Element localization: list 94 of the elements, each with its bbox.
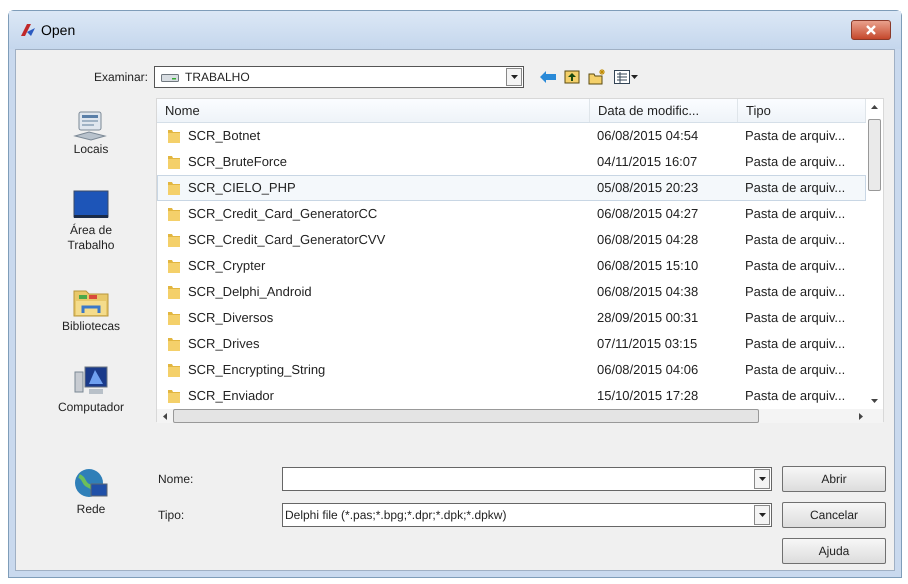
view-menu-button[interactable]	[614, 70, 638, 84]
modified-date: 05/08/2015 20:23	[596, 179, 700, 198]
places-bar-item[interactable]: Rede	[46, 466, 136, 517]
dropdown-arrow-icon	[510, 75, 518, 79]
scroll-thumb[interactable]	[173, 409, 759, 423]
modified-date: 07/11/2015 03:15	[596, 335, 698, 354]
folder-icon	[166, 284, 182, 300]
file-type: Pasta de arquiv...	[744, 283, 846, 302]
file-name: SCR_Drives	[188, 335, 260, 354]
folder-icon	[166, 154, 182, 170]
file-row[interactable]: SCR_Credit_Card_GeneratorCVV 06/08/2015 04:28 Pasta de arquiv...	[157, 227, 866, 253]
file-name: SCR_Credit_Card_GeneratorCC	[188, 205, 378, 224]
modified-date: 06/08/2015 04:06	[596, 361, 700, 380]
places-bar-item[interactable]: Área de Trabalho	[46, 187, 136, 253]
file-row[interactable]: SCR_Botnet 06/08/2015 04:54 Pasta de arquiv...	[157, 123, 866, 149]
file-type: Pasta de arquiv...	[744, 335, 846, 354]
modified-date: 06/08/2015 04:54	[596, 127, 700, 146]
folder-icon	[166, 206, 182, 222]
file-row[interactable]: SCR_Encrypting_String 06/08/2015 04:06 Pasta de arquiv...	[157, 357, 866, 383]
file-type: Pasta de arquiv...	[744, 231, 846, 250]
folder-icon	[166, 258, 182, 274]
dropdown-arrow-icon	[758, 477, 766, 481]
folder-icon	[166, 128, 182, 144]
file-name: SCR_Credit_Card_GeneratorCVV	[188, 231, 386, 250]
details-view-icon	[614, 70, 630, 84]
folder-icon	[166, 388, 182, 404]
places-bar-item[interactable]: Locais	[46, 106, 136, 157]
file-row[interactable]: SCR_Drives 07/11/2015 03:15 Pasta de arquiv...	[157, 331, 866, 357]
file-row[interactable]: SCR_Credit_Card_GeneratorCC 06/08/2015 04:27 Pasta de arquiv...	[157, 201, 866, 227]
combo-field[interactable]: Delphi file (*.pas;*.bpg;*.dpr;*.dpk;*.dpkw)	[282, 503, 772, 527]
file-type: Pasta de arquiv...	[744, 205, 846, 224]
scroll-thumb[interactable]	[868, 119, 881, 191]
location-label: Examinar:	[92, 69, 149, 86]
file-row[interactable]: SCR_Delphi_Android 06/08/2015 04:38 Pasta de arquiv...	[157, 279, 866, 305]
file-type: Pasta de arquiv...	[744, 387, 846, 406]
file-name: SCR_Botnet	[188, 127, 260, 146]
close-button[interactable]	[851, 20, 891, 40]
folder-icon	[166, 336, 182, 352]
modified-date: 06/08/2015 04:38	[596, 283, 700, 302]
scroll-up-arrow-icon	[871, 105, 878, 109]
name-column-header[interactable]: Nome	[157, 99, 590, 122]
folder-icon	[166, 180, 182, 196]
horizontal-scrollbar[interactable]	[157, 409, 883, 423]
file-name: SCR_BruteForce	[188, 153, 287, 172]
dialog-button[interactable]: Abrir	[782, 466, 886, 492]
up-folder-icon[interactable]	[564, 70, 580, 84]
dropdown-arrow-icon	[758, 513, 766, 517]
places-bar-item[interactable]: Bibliotecas	[46, 283, 136, 334]
file-type: Pasta de arquiv...	[744, 257, 846, 276]
modified-date: 06/08/2015 04:27	[596, 205, 700, 224]
file-name: SCR_Delphi_Android	[188, 283, 312, 302]
dropdown-arrow-icon	[631, 75, 638, 79]
file-name: SCR_Encrypting_String	[188, 361, 326, 380]
file-name: SCR_Diversos	[188, 309, 274, 328]
dialog-button[interactable]: Cancelar	[782, 502, 886, 528]
file-name: SCR_CIELO_PHP	[188, 179, 296, 198]
file-row[interactable]: SCR_Diversos 28/09/2015 00:31 Pasta de arquiv...	[157, 305, 866, 331]
file-name: SCR_Crypter	[188, 257, 266, 276]
new-folder-icon[interactable]	[588, 69, 606, 85]
folder-icon	[166, 232, 182, 248]
type-column-header[interactable]: Tipo	[738, 99, 866, 122]
file-type: Pasta de arquiv...	[744, 153, 846, 172]
back-arrow-icon[interactable]	[540, 71, 556, 83]
file-row[interactable]: SCR_BruteForce 04/11/2015 16:07 Pasta de arquiv...	[157, 149, 866, 175]
folder-icon	[166, 310, 182, 326]
file-type: Pasta de arquiv...	[744, 179, 846, 198]
modified-date: 04/11/2015 16:07	[596, 153, 698, 172]
close-icon	[866, 25, 876, 35]
field-label: Nome:	[157, 471, 194, 488]
scroll-right-arrow-icon	[859, 412, 863, 420]
file-type: Pasta de arquiv...	[744, 309, 846, 328]
file-row[interactable]: SCR_CIELO_PHP 05/08/2015 20:23 Pasta de arquiv...	[157, 175, 866, 201]
location-dropdown[interactable]: TRABALHO	[154, 66, 524, 88]
modified-date: 28/09/2015 00:31	[596, 309, 700, 328]
file-row[interactable]: SCR_Crypter 06/08/2015 15:10 Pasta de arquiv...	[157, 253, 866, 279]
combo-field[interactable]	[282, 467, 772, 491]
scroll-left-arrow-icon	[163, 412, 167, 420]
file-type: Pasta de arquiv...	[744, 127, 846, 146]
file-name: SCR_Enviador	[188, 387, 274, 406]
location-value: TRABALHO	[185, 69, 251, 86]
window-title: Open	[41, 20, 76, 40]
file-type: Pasta de arquiv...	[744, 361, 846, 380]
field-label: Tipo:	[157, 507, 186, 524]
modified-date: 06/08/2015 04:28	[596, 231, 700, 250]
app-logo-icon	[19, 22, 37, 38]
modified-date: 15/10/2015 17:28	[596, 387, 700, 406]
dialog-button[interactable]: Ajuda	[782, 538, 886, 564]
drive-icon	[161, 72, 179, 82]
places-bar-item[interactable]: Computador	[46, 364, 136, 415]
scroll-down-arrow-icon	[871, 399, 878, 403]
date-column-header[interactable]: Data de modific...	[590, 99, 738, 122]
modified-date: 06/08/2015 15:10	[596, 257, 700, 276]
file-row[interactable]: SCR_Enviador 15/10/2015 17:28 Pasta de arquiv...	[157, 383, 866, 409]
folder-icon	[166, 362, 182, 378]
